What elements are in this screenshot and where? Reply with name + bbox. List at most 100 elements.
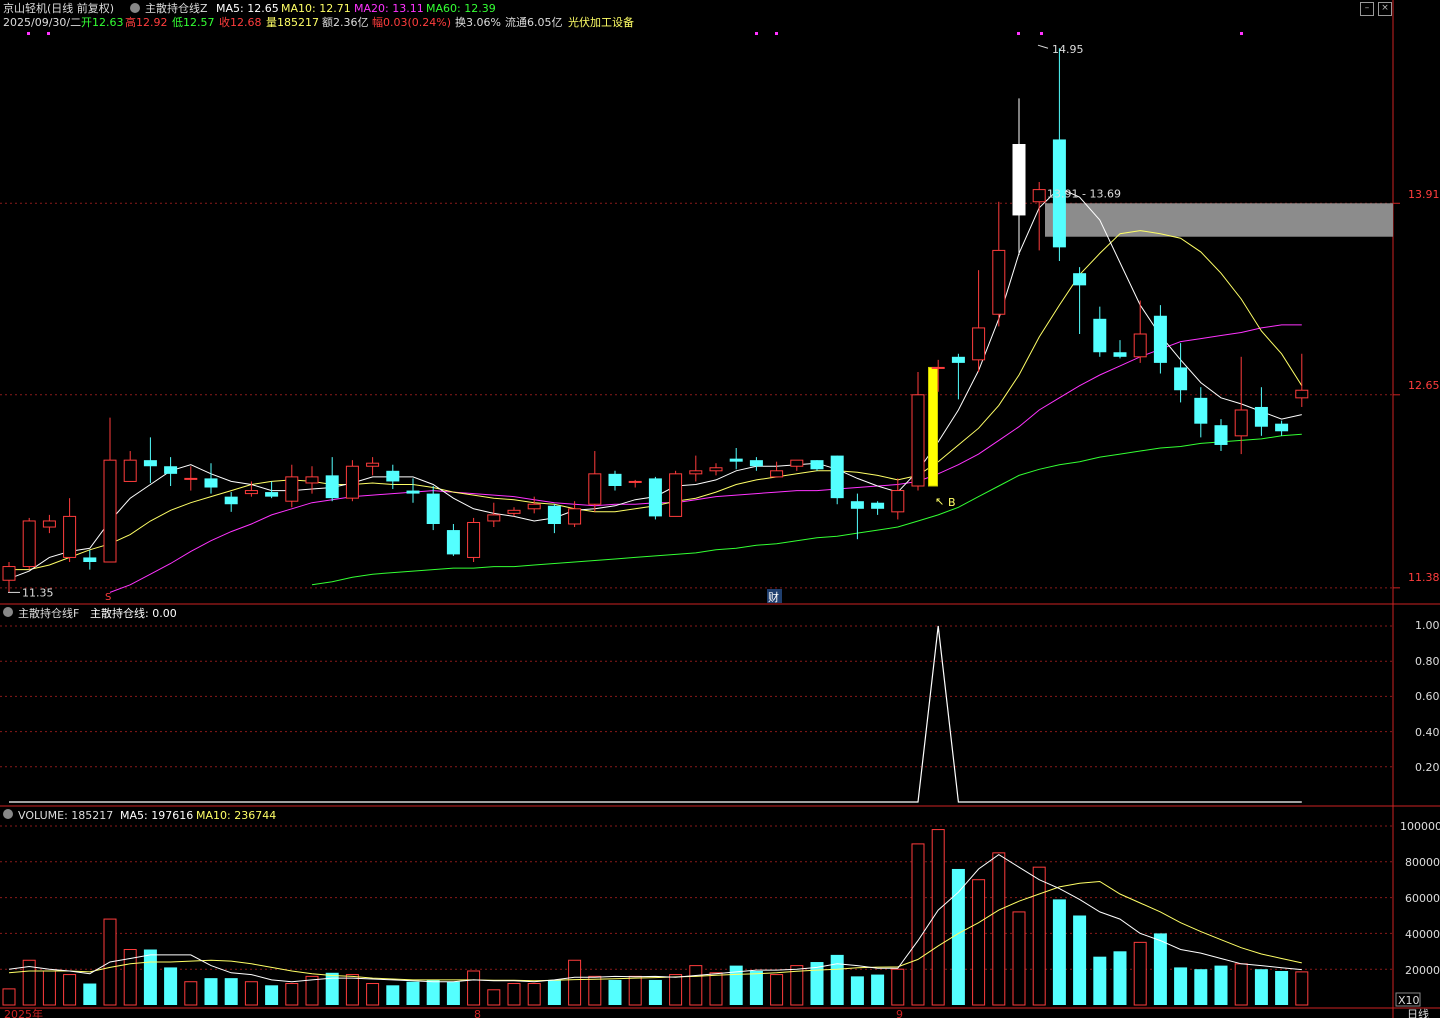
volume-bar bbox=[527, 983, 541, 1006]
indicator-panel-title: 主散持仓线F bbox=[18, 606, 79, 620]
candle-body bbox=[1275, 423, 1289, 432]
volume-bar bbox=[830, 954, 844, 1005]
candle-body bbox=[164, 466, 178, 474]
candle-body bbox=[648, 478, 662, 517]
volume-bar bbox=[426, 979, 440, 1005]
candle-body bbox=[749, 460, 763, 467]
candle-body bbox=[244, 490, 258, 495]
indicator-name: 主散持仓线Z bbox=[145, 1, 208, 15]
time-axis-year: 2025年 bbox=[4, 1007, 43, 1018]
volume-bar bbox=[648, 979, 662, 1005]
volume-bar bbox=[628, 975, 642, 1006]
candle-body bbox=[790, 459, 804, 467]
volume-bar bbox=[143, 949, 157, 1005]
candle-body bbox=[366, 462, 380, 467]
volume-bar bbox=[1073, 915, 1087, 1005]
volume-bar bbox=[507, 983, 521, 1006]
volume-bar bbox=[992, 852, 1006, 1006]
volume-ma10-line bbox=[8, 880, 1302, 982]
volume-label: VOLUME: 185217 bbox=[18, 809, 113, 822]
candle-body bbox=[709, 467, 723, 472]
candle-body bbox=[305, 476, 319, 484]
candle-body bbox=[810, 460, 824, 470]
candle-body bbox=[426, 493, 440, 524]
volume-bar bbox=[1254, 969, 1268, 1005]
volume-bar bbox=[810, 962, 824, 1005]
volume-bar bbox=[871, 974, 885, 1005]
vol-axis-40k: 40000 bbox=[1405, 928, 1440, 941]
candle-body bbox=[184, 477, 198, 480]
volume-bar bbox=[568, 959, 582, 1006]
stock-chart[interactable]: S 京山轻机(日线 前复权) 主散持仓线Z MA5: 12.65 MA10: 1… bbox=[0, 0, 1440, 1018]
ind-axis-08: 0.80 bbox=[1415, 655, 1440, 668]
volume-panel-menu-icon[interactable] bbox=[3, 809, 13, 819]
candle-body bbox=[729, 458, 743, 462]
candle-body bbox=[1073, 273, 1087, 286]
vol-axis-80k: 80000 bbox=[1405, 856, 1440, 869]
volume-bar bbox=[547, 979, 561, 1005]
candle-body bbox=[608, 473, 622, 486]
period-label[interactable]: 日线 bbox=[1407, 1007, 1429, 1018]
candle-body bbox=[83, 557, 97, 562]
indicator-panel[interactable] bbox=[9, 625, 1302, 803]
volume-bar bbox=[1032, 866, 1046, 1006]
candle-body bbox=[1012, 144, 1026, 216]
candle-body bbox=[406, 490, 420, 494]
candle-body bbox=[689, 470, 703, 475]
volume-bar bbox=[669, 974, 683, 1006]
grid-lines bbox=[0, 202, 1400, 970]
close-button[interactable]: × bbox=[1378, 2, 1392, 16]
ma60-value: MA60: 12.39 bbox=[426, 2, 496, 15]
volume-bar bbox=[487, 989, 501, 1006]
candle-body bbox=[951, 356, 965, 363]
volume-bar bbox=[770, 974, 784, 1006]
high-price: 高12.92 bbox=[125, 15, 168, 29]
volume-bar bbox=[1153, 933, 1167, 1005]
volume-bar bbox=[1012, 911, 1026, 1006]
candle-body bbox=[628, 480, 642, 483]
ma20-line bbox=[109, 324, 1302, 593]
volume-bar bbox=[1275, 970, 1289, 1005]
candle-body bbox=[911, 394, 925, 487]
event-marker bbox=[1017, 32, 1020, 35]
volume-bar bbox=[911, 843, 925, 1006]
volume-bar bbox=[1295, 971, 1309, 1006]
candle-body bbox=[345, 465, 359, 499]
volume-bar bbox=[1234, 963, 1248, 1006]
minimize-button[interactable]: – bbox=[1360, 2, 1374, 16]
candle-body bbox=[467, 521, 481, 558]
vol-axis-20k: 20000 bbox=[1405, 964, 1440, 977]
candle-body bbox=[143, 460, 157, 467]
bar-date: 2025/09/30/二 bbox=[3, 16, 81, 29]
volume-bar bbox=[63, 974, 77, 1006]
candle-body bbox=[972, 327, 986, 361]
candle-body bbox=[386, 470, 400, 482]
sector-label[interactable]: 光伏加工设备 bbox=[568, 15, 634, 29]
candle-body bbox=[1153, 315, 1167, 363]
candle-body bbox=[265, 492, 279, 497]
volume-bar bbox=[244, 981, 258, 1006]
candle-body bbox=[931, 366, 945, 369]
candle-body bbox=[103, 459, 117, 563]
candle-body bbox=[446, 530, 460, 555]
volume-ma10: MA10: 236744 bbox=[196, 809, 276, 822]
ma60-line bbox=[311, 433, 1302, 586]
volume-bar bbox=[951, 868, 965, 1005]
ma20-value: MA20: 13.11 bbox=[354, 2, 424, 15]
volume-bar bbox=[1194, 969, 1208, 1005]
candle-body bbox=[123, 459, 137, 482]
open-price: 开12.63 bbox=[81, 16, 124, 29]
candle-body bbox=[992, 249, 1006, 315]
amplitude-value: 幅0.03(0.24%) bbox=[372, 16, 451, 29]
volume-bar bbox=[224, 978, 238, 1005]
high-pointer bbox=[1037, 44, 1049, 49]
candle-body bbox=[830, 455, 844, 499]
volume-bar bbox=[285, 983, 299, 1006]
event-marker bbox=[755, 32, 758, 35]
event-marker bbox=[1240, 32, 1243, 35]
volume-panel[interactable] bbox=[2, 829, 1309, 1006]
indicator-panel-menu-icon[interactable] bbox=[3, 607, 13, 617]
price-panel[interactable]: S bbox=[2, 32, 1393, 603]
volume-bar bbox=[406, 981, 420, 1005]
indicator-menu-icon[interactable] bbox=[130, 3, 140, 13]
